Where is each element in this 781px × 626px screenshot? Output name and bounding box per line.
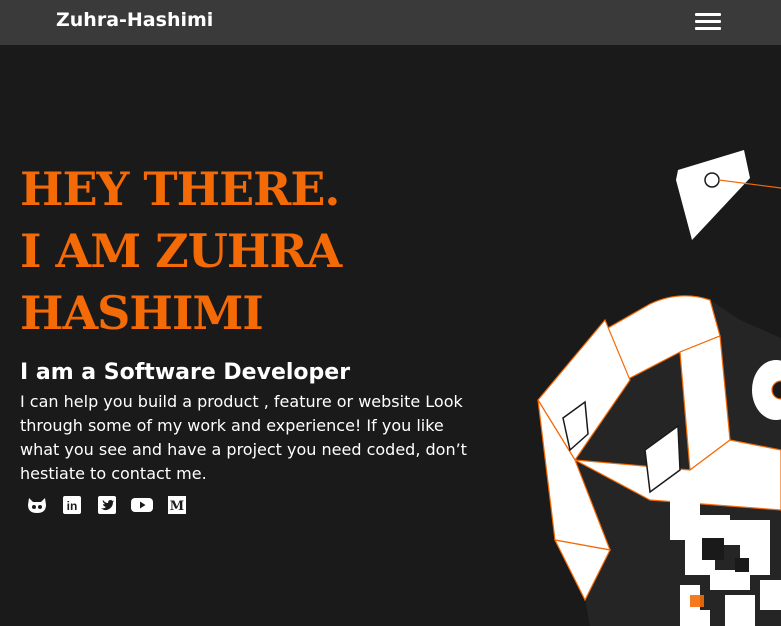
- medium-glyph: M: [170, 499, 184, 514]
- twitter-icon[interactable]: [96, 494, 118, 516]
- hero-illustration: [537, 150, 781, 626]
- hamburger-bar: [695, 27, 721, 30]
- linkedin-glyph: in: [67, 499, 78, 513]
- brand-link[interactable]: Zuhra-Hashimi: [56, 9, 213, 31]
- github-icon[interactable]: [26, 494, 48, 516]
- hamburger-bar: [695, 13, 721, 16]
- floating-shape: [676, 150, 781, 240]
- navbar: Zuhra-Hashimi: [0, 0, 781, 45]
- hero-subtitle: I am a Software Developer: [20, 360, 351, 385]
- medium-icon[interactable]: M: [166, 494, 188, 516]
- hamburger-menu-icon[interactable]: [695, 11, 721, 33]
- hero-title-line-2: I AM ZUHRA: [20, 224, 342, 278]
- youtube-icon[interactable]: [131, 494, 153, 516]
- hero-title: HEY THERE. I AM ZUHRA HASHIMI: [20, 158, 342, 344]
- hero-title-line-3: HASHIMI: [20, 286, 264, 340]
- hero-title-line-1: HEY THERE.: [20, 162, 340, 216]
- social-links: in M: [26, 494, 188, 516]
- hero-description: I can help you build a product , feature…: [20, 392, 467, 483]
- hamburger-bar: [695, 20, 721, 23]
- linkedin-icon[interactable]: in: [61, 494, 83, 516]
